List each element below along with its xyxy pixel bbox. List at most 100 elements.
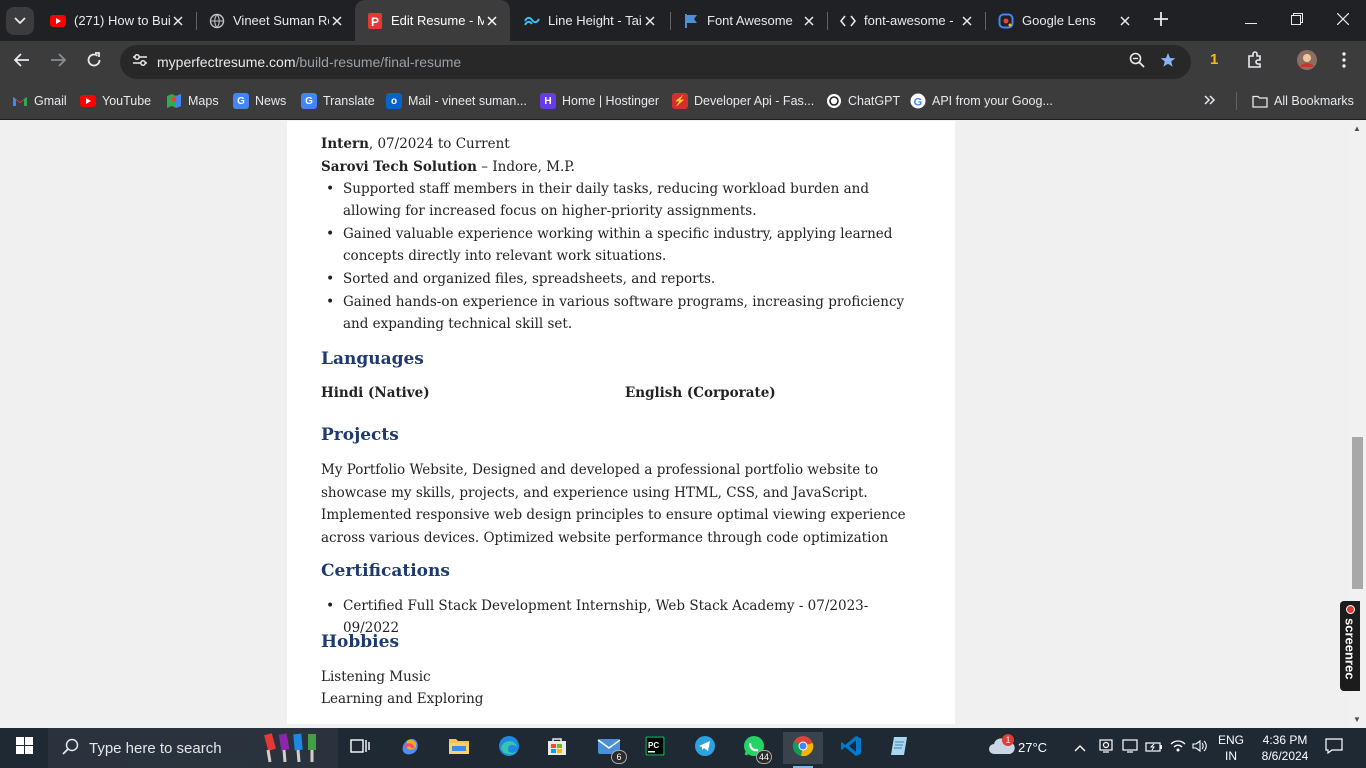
bookmark-hostinger[interactable]: H Home | Hostinger — [540, 91, 659, 111]
minimize-icon — [1245, 12, 1257, 30]
record-icon — [1345, 605, 1355, 614]
tab-font-awesome-code[interactable]: font-awesome - — [828, 0, 985, 41]
tab-line-height[interactable]: Line Height - Tai — [512, 0, 668, 41]
bookmark-star-button[interactable] — [1153, 47, 1183, 77]
page-viewport: Intern, 07/2024 to Current Sarovi Tech S… — [0, 121, 1350, 728]
tray-camera-button[interactable] — [1094, 732, 1118, 764]
microsoft-store-button[interactable] — [537, 732, 577, 764]
bookmark-news[interactable]: G News — [233, 91, 286, 111]
copilot-button[interactable] — [390, 732, 430, 764]
tab-google-lens[interactable]: Google Lens — [986, 0, 1143, 41]
wifi-button[interactable] — [1166, 732, 1190, 764]
weather-widget[interactable]: 1 — [984, 732, 1020, 764]
reload-icon — [86, 51, 102, 73]
youtube-icon — [80, 93, 96, 109]
clock[interactable]: 4:36 PM 8/6/2024 — [1250, 732, 1320, 764]
vscode-button[interactable] — [831, 732, 871, 764]
taskbar-search[interactable]: Type here to search — [48, 728, 338, 768]
close-icon[interactable] — [329, 13, 345, 29]
forward-button[interactable] — [43, 47, 73, 77]
restore-button[interactable] — [1274, 0, 1320, 41]
scroll-up-arrow-icon[interactable]: ▲ — [1353, 124, 1361, 133]
edge-button[interactable] — [489, 732, 529, 764]
bookmark-developer-api[interactable]: ⚡ Developer Api - Fas... — [672, 91, 814, 111]
scroll-down-arrow-icon[interactable]: ▼ — [1353, 715, 1361, 724]
menu-button[interactable] — [1329, 47, 1359, 77]
extensions-button[interactable] — [1240, 47, 1270, 77]
bookmark-google-api[interactable]: G API from your Goog... — [910, 91, 1053, 111]
input-language-indicator[interactable]: ENG IN — [1214, 732, 1248, 764]
start-button[interactable] — [0, 728, 48, 768]
bookmark-youtube[interactable]: YouTube — [80, 91, 151, 111]
tab-font-awesome[interactable]: Font Awesome — [671, 0, 827, 41]
extension-counter[interactable]: 1 — [1210, 51, 1218, 68]
translate-icon: G — [301, 93, 317, 109]
close-icon[interactable] — [170, 13, 186, 29]
zoom-button[interactable] — [1122, 47, 1152, 77]
all-bookmarks-button[interactable]: All Bookmarks — [1252, 91, 1354, 111]
mail-button[interactable]: 6 — [589, 732, 629, 764]
chevron-up-icon — [1074, 739, 1086, 757]
chrome-button[interactable] — [783, 732, 823, 768]
tray-display-button[interactable] — [1118, 732, 1142, 764]
notifications-button[interactable] — [1320, 732, 1348, 764]
site-info-button[interactable] — [128, 50, 152, 74]
tab-youtube[interactable]: (271) How to Bui — [38, 0, 196, 41]
tab-edit-resume[interactable]: P Edit Resume - M — [355, 0, 510, 41]
address-bar[interactable]: myperfectresume.com/build-resume/final-r… — [120, 45, 1191, 79]
whatsapp-button[interactable]: 44 — [734, 732, 774, 764]
url-text[interactable]: myperfectresume.com/build-resume/final-r… — [157, 54, 461, 70]
battery-button[interactable] — [1142, 732, 1166, 764]
bookmark-gmail[interactable]: Gmail — [12, 91, 67, 111]
close-icon[interactable] — [642, 13, 658, 29]
close-icon[interactable] — [484, 13, 500, 29]
svg-text:G: G — [914, 97, 923, 109]
close-icon[interactable] — [1117, 13, 1133, 29]
tab-search-button[interactable] — [6, 7, 34, 35]
volume-button[interactable] — [1188, 732, 1212, 764]
language-item: Hindi (Native) — [321, 385, 430, 401]
profile-avatar[interactable] — [1292, 47, 1322, 77]
globe-icon — [209, 13, 225, 29]
close-icon[interactable] — [959, 13, 975, 29]
bookmark-label: Developer Api - Fas... — [694, 94, 815, 108]
close-window-button[interactable] — [1320, 0, 1366, 41]
chrome-icon — [792, 735, 814, 762]
notepad-button[interactable] — [880, 732, 920, 764]
avatar-icon — [1296, 49, 1318, 76]
all-bookmarks-label: All Bookmarks — [1274, 94, 1354, 108]
scrollbar-thumb[interactable] — [1352, 437, 1363, 589]
new-tab-button[interactable] — [1150, 10, 1172, 32]
font-awesome-icon — [683, 13, 699, 29]
reload-button[interactable] — [79, 47, 109, 77]
back-button[interactable] — [7, 47, 37, 77]
weather-temperature[interactable]: 27°C — [1018, 740, 1047, 756]
tab-vineet-suman[interactable]: Vineet Suman Re — [197, 0, 355, 41]
restore-icon — [1291, 12, 1303, 30]
clock-date: 8/6/2024 — [1261, 749, 1309, 763]
screenrec-label: screenrec — [1342, 618, 1358, 680]
windows-taskbar: Type here to search 6 PC 44 1 27°C ENG I… — [0, 728, 1366, 768]
pycharm-button[interactable]: PC — [635, 732, 675, 764]
tab-title: Edit Resume - M — [391, 13, 484, 28]
bookmark-maps[interactable]: Maps — [166, 91, 219, 111]
bookmark-outlook-mail[interactable]: o Mail - vineet suman... — [386, 91, 527, 111]
telegram-button[interactable] — [685, 732, 725, 764]
screenrec-widget[interactable]: screenrec — [1340, 601, 1360, 691]
windows-logo-icon — [15, 737, 33, 759]
show-hidden-icons-button[interactable] — [1068, 732, 1092, 764]
bookmark-translate[interactable]: G Translate — [301, 91, 375, 111]
minimize-button[interactable] — [1228, 0, 1274, 41]
mail-badge: 6 — [611, 750, 627, 764]
list-item: Gained valuable experience working withi… — [321, 223, 911, 267]
more-bookmarks-button[interactable] — [1204, 91, 1216, 111]
task-view-button[interactable] — [340, 732, 380, 764]
file-explorer-button[interactable] — [439, 732, 479, 764]
bookmark-label: Home | Hostinger — [562, 94, 660, 108]
close-icon[interactable] — [801, 13, 817, 29]
bookmark-label: Maps — [188, 94, 219, 108]
bookmark-chatgpt[interactable]: ChatGPT — [826, 91, 900, 111]
arrow-left-icon — [13, 52, 30, 72]
pycharm-icon: PC — [645, 735, 665, 761]
job-title-line: Intern, 07/2024 to Current — [321, 133, 510, 155]
